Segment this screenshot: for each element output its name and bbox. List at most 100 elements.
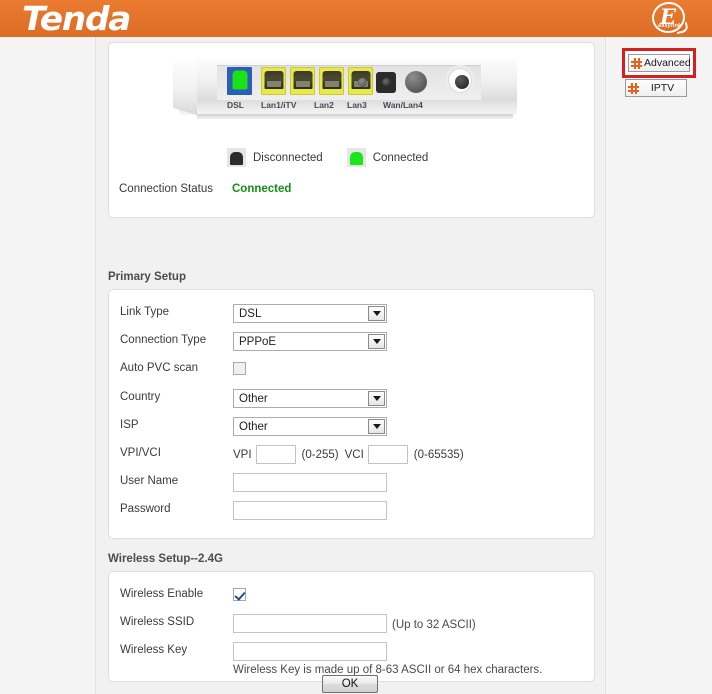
logo-tail <box>675 21 689 35</box>
chevron-down-icon[interactable] <box>368 306 385 321</box>
vci-range-hint: (0-65535) <box>413 448 464 461</box>
plug-icon-disconnected <box>227 148 246 167</box>
port-dsl-connected-indicator <box>232 70 247 90</box>
wireless-enable-checkbox-wrap <box>233 588 246 601</box>
row-wireless-key: Wireless Key <box>109 638 594 666</box>
wireless-enable-label: Wireless Enable <box>120 588 204 600</box>
wireless-setup-title: Wireless Setup--2.4G <box>108 553 223 565</box>
chevron-down-icon[interactable] <box>368 391 385 406</box>
chevron-down-icon[interactable] <box>368 419 385 434</box>
connection-type-label: Connection Type <box>120 334 207 346</box>
tenda-logo: Tenda <box>22 0 131 37</box>
router-side-face <box>173 56 197 115</box>
antenna-connector <box>445 65 475 96</box>
port-jack <box>264 71 283 90</box>
port-dsl <box>227 67 252 95</box>
country-value: Other <box>239 392 268 405</box>
chevron-down-icon[interactable] <box>368 334 385 349</box>
port-label-lan1-itv: Lan1/iTV <box>261 100 297 110</box>
user-name-label: User Name <box>120 475 179 487</box>
wireless-key-field-wrap <box>233 642 387 661</box>
vci-label: VCI <box>344 448 364 461</box>
user-name-field-wrap <box>233 473 387 492</box>
advanced-button-label: Advanced <box>644 57 691 69</box>
wireless-enable-checkbox[interactable] <box>233 588 246 601</box>
row-wireless-enable: Wireless Enable <box>109 582 594 610</box>
port-label-lan2: Lan2 <box>314 100 334 110</box>
link-type-label: Link Type <box>120 306 170 318</box>
reset-button-hole <box>358 78 367 87</box>
connection-status-label: Connection Status <box>119 183 213 195</box>
wireless-key-input[interactable] <box>233 642 387 661</box>
legend-label-disconnected: Disconnected <box>253 151 323 164</box>
row-vpi-vci: VPI/VCI VPI (0-255) VCI (0-65535) <box>109 441 594 469</box>
primary-setup-panel: Link Type DSL Connection Type PPPoE Auto… <box>108 289 595 539</box>
power-button <box>405 71 427 93</box>
connection-status-panel: DSL Lan1/iTV Lan2 Lan3 Wan/Lan4 Disconnected… <box>108 42 595 218</box>
connection-legend: Disconnected Connected <box>227 148 428 167</box>
auto-pvc-scan-checkbox[interactable] <box>233 362 246 375</box>
row-connection-type: Connection Type PPPoE <box>109 328 594 356</box>
advanced-button-highlight: Advanced <box>622 48 696 78</box>
right-nav-column: Advanced IPTV <box>605 37 712 694</box>
grid-icon <box>631 57 642 69</box>
link-type-value: DSL <box>239 307 262 320</box>
grid-icon <box>628 82 639 94</box>
legend-label-connected: Connected <box>372 151 429 164</box>
primary-setup-title: Primary Setup <box>108 271 186 283</box>
left-margin-column <box>0 37 96 694</box>
router-base-shadow <box>197 114 513 119</box>
vpi-range-hint: (0-255) <box>301 448 339 461</box>
auto-pvc-scan-label: Auto PVC scan <box>120 362 198 374</box>
main-content: DSL Lan1/iTV Lan2 Lan3 Wan/Lan4 Disconnected… <box>97 37 605 694</box>
row-wireless-ssid: Wireless SSID (Up to 32 ASCII) <box>109 610 594 638</box>
port-lan1-itv <box>261 67 286 95</box>
router-rear-illustration: DSL Lan1/iTV Lan2 Lan3 Wan/Lan4 <box>173 54 517 129</box>
wireless-ssid-field-wrap <box>233 614 387 633</box>
connection-status-value: Connected <box>232 183 292 195</box>
advanced-button[interactable]: Advanced <box>628 54 691 72</box>
wireless-ssid-label: Wireless SSID <box>120 616 195 628</box>
page-header: Tenda E easylink <box>0 0 712 37</box>
link-type-select[interactable]: DSL <box>233 304 387 323</box>
wireless-setup-panel: Wireless Enable Wireless SSID (Up to 32 … <box>108 571 595 682</box>
ok-button[interactable]: OK <box>322 675 378 693</box>
password-input[interactable] <box>233 501 387 520</box>
port-jack <box>293 71 312 90</box>
isp-select[interactable]: Other <box>233 417 387 436</box>
row-isp: ISP Other <box>109 413 594 441</box>
easylink-logo: E easylink <box>649 0 690 37</box>
password-field-wrap <box>233 501 387 520</box>
port-label-dsl: DSL <box>227 100 244 110</box>
port-label-wan-lan4: Wan/Lan4 <box>383 100 423 110</box>
wireless-ssid-input[interactable] <box>233 614 387 633</box>
port-lan3 <box>319 67 344 95</box>
wireless-key-label: Wireless Key <box>120 644 188 656</box>
password-label: Password <box>120 503 171 515</box>
vci-input[interactable] <box>367 445 408 464</box>
user-name-input[interactable] <box>233 473 387 492</box>
iptv-button-label: IPTV <box>650 82 675 94</box>
port-label-row: DSL Lan1/iTV Lan2 Lan3 Wan/Lan4 <box>227 100 487 112</box>
ok-button-label: OK <box>341 678 359 690</box>
connection-type-value: PPPoE <box>239 335 277 348</box>
auto-pvc-scan-checkbox-wrap <box>233 362 246 375</box>
vpi-input[interactable] <box>255 445 296 464</box>
row-password: Password <box>109 497 594 525</box>
iptv-button[interactable]: IPTV <box>625 79 687 97</box>
legend-item-disconnected: Disconnected <box>227 148 323 167</box>
port-label-lan3: Lan3 <box>347 100 367 110</box>
country-select[interactable]: Other <box>233 389 387 408</box>
plug-icon-connected <box>346 148 366 167</box>
wireless-ssid-hint: (Up to 32 ASCII) <box>392 619 476 631</box>
wireless-key-hint: Wireless Key is made up of 8-63 ASCII or… <box>233 664 543 676</box>
country-label: Country <box>120 391 161 403</box>
vpi-vci-group: VPI (0-255) VCI (0-65535) <box>233 445 464 464</box>
connection-type-select[interactable]: PPPoE <box>233 332 387 351</box>
vpi-label: VPI <box>233 448 252 461</box>
port-jack <box>322 71 341 90</box>
router-setup-page: Tenda E easylink Advanced IPTV DSL Lan1/… <box>0 0 712 694</box>
power-jack <box>376 72 396 93</box>
row-country: Country Other <box>109 385 594 413</box>
row-link-type: Link Type DSL <box>109 300 594 328</box>
